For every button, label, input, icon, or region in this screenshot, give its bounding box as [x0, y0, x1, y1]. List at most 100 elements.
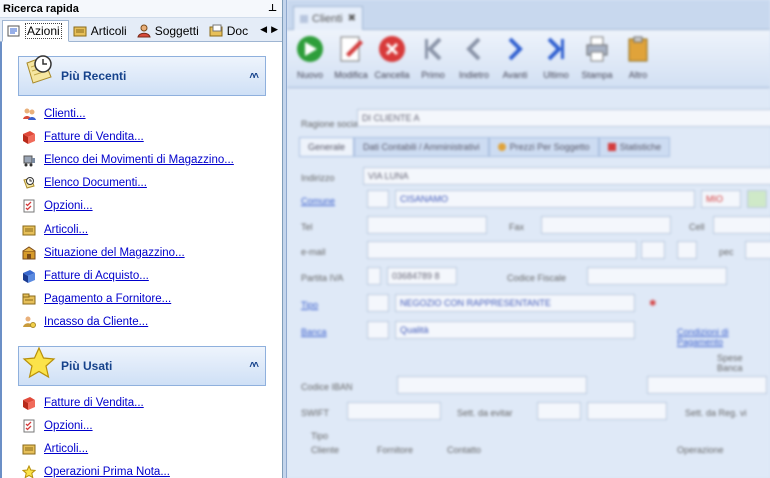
- email-button[interactable]: [641, 241, 665, 259]
- group-used-header[interactable]: Più Usati ˄˄: [18, 345, 266, 386]
- subtab-generale[interactable]: Generale: [299, 137, 355, 157]
- subtab-prezzi[interactable]: Prezzi Per Soggetto: [488, 137, 599, 157]
- list-item: Operazioni Prima Nota...: [22, 461, 266, 478]
- client-document-content: Clienti ✖ Nuovo Modifica Cancella Primo: [287, 0, 770, 478]
- comune-extra-field: MIO: [701, 190, 741, 208]
- cell-label: Cell: [689, 222, 705, 232]
- collapse-chevron-icon[interactable]: ˄˄: [249, 360, 259, 371]
- star-small-icon: [22, 465, 36, 478]
- indirizzo-label: Indirizzo: [301, 173, 335, 183]
- pin-icon[interactable]: ⊥: [268, 3, 277, 14]
- comune-lookup-button[interactable]: [747, 190, 767, 208]
- email-button-2[interactable]: [677, 241, 697, 259]
- sett-label: Sett. da evitar: [457, 408, 513, 418]
- tel-field[interactable]: [367, 216, 487, 234]
- recent-list: Clienti... Fatture di Vendita... Elenco …: [18, 96, 266, 338]
- piva-label: Partita IVA: [301, 273, 344, 283]
- close-tab-icon[interactable]: ✖: [348, 13, 356, 24]
- link-opzioni-used[interactable]: Opzioni...: [44, 420, 93, 432]
- other-button[interactable]: Altro: [619, 30, 657, 86]
- banca-code-field[interactable]: [367, 321, 389, 339]
- email-field[interactable]: [367, 241, 637, 259]
- chk-contatto[interactable]: Contatto: [447, 445, 481, 455]
- condizioni-link[interactable]: Condizioni di Pagamento: [677, 327, 770, 347]
- iban-label: Codice IBAN: [301, 382, 353, 392]
- first-button[interactable]: Primo: [414, 30, 452, 86]
- banca-field[interactable]: Qualità: [395, 321, 635, 339]
- tab-doc[interactable]: Doc: [205, 21, 254, 41]
- clients-icon: [23, 108, 36, 120]
- documents-icon: [209, 24, 223, 37]
- link-operazioni-prima-nota[interactable]: Operazioni Prima Nota...: [44, 466, 170, 478]
- link-fatture-vendita-used[interactable]: Fatture di Vendita...: [44, 397, 144, 409]
- print-button[interactable]: Stampa: [578, 30, 616, 86]
- star-icon: [22, 346, 56, 379]
- new-button[interactable]: Nuovo: [291, 30, 329, 86]
- link-clienti[interactable]: Clienti...: [44, 108, 86, 120]
- delete-button[interactable]: Cancella: [373, 30, 411, 86]
- comune-code-field[interactable]: [367, 190, 389, 208]
- link-opzioni[interactable]: Opzioni...: [44, 200, 93, 212]
- chk-fornitore[interactable]: Fornitore: [377, 445, 413, 455]
- swift-field[interactable]: [347, 402, 441, 420]
- tab-scroll-left-icon[interactable]: ◀: [260, 24, 267, 35]
- list-item: Situazione del Magazzino...: [22, 241, 266, 264]
- sett-field-2[interactable]: [587, 402, 667, 420]
- pec-field[interactable]: [745, 241, 770, 259]
- collapse-chevron-icon[interactable]: ˄˄: [249, 71, 259, 82]
- link-incasso-cliente[interactable]: Incasso da Cliente...: [44, 316, 148, 328]
- articles-icon: [22, 225, 36, 236]
- tab-scroll-right-icon[interactable]: ▶: [271, 24, 278, 35]
- panel-title: Ricerca rapida: [3, 2, 79, 15]
- tab-azioni[interactable]: Azioni: [2, 20, 69, 42]
- iban-extra-field[interactable]: [647, 376, 767, 394]
- piva-country-field[interactable]: [367, 267, 381, 285]
- group-recent-title: Più Recenti: [61, 69, 127, 83]
- piva-field[interactable]: 03684789 8: [387, 267, 457, 285]
- subjects-icon: [137, 24, 151, 38]
- document-tab-icon: [300, 14, 308, 23]
- list-item: Fatture di Vendita...: [22, 392, 266, 415]
- cf-field[interactable]: [587, 267, 727, 285]
- group-recent-header[interactable]: Più Recenti ˄˄: [18, 55, 266, 96]
- link-pagamento-fornitore[interactable]: Pagamento a Fornitore...: [44, 293, 171, 305]
- chk-cliente[interactable]: Cliente: [311, 445, 339, 455]
- comune-label[interactable]: Comune: [301, 196, 335, 206]
- supplier-payment-icon: [22, 293, 36, 305]
- comune-field[interactable]: CISANAMO: [395, 190, 695, 208]
- link-fatture-acquisto[interactable]: Fatture di Acquisto...: [44, 270, 149, 282]
- link-articoli[interactable]: Articoli...: [44, 224, 88, 236]
- tipo-field[interactable]: NEGOZIO CON RAPPRESENTANTE: [395, 294, 635, 312]
- subtab-dati-contabili[interactable]: Dati Contabili / Amministrativi: [354, 137, 489, 157]
- sett2-label: Sett. da Reg. vi: [685, 408, 747, 418]
- link-elenco-documenti[interactable]: Elenco Documenti...: [44, 177, 147, 189]
- fax-label: Fax: [509, 222, 525, 232]
- tipo-label[interactable]: Tipo: [301, 300, 318, 310]
- link-situazione-magazzino[interactable]: Situazione del Magazzino...: [44, 247, 185, 259]
- fax-field[interactable]: [541, 216, 671, 234]
- iban-field[interactable]: [397, 376, 587, 394]
- forward-button[interactable]: Avanti: [496, 30, 534, 86]
- clipboard-icon: [628, 36, 648, 62]
- last-button[interactable]: Ultimo: [537, 30, 575, 86]
- chk-operazione[interactable]: Operazione: [677, 445, 724, 455]
- link-fatture-vendita[interactable]: Fatture di Vendita...: [44, 131, 144, 143]
- cell-field[interactable]: [713, 216, 770, 234]
- link-movimenti-magazzino[interactable]: Elenco dei Movimenti di Magazzino...: [44, 154, 234, 166]
- tab-clienti-document[interactable]: Clienti ✖: [293, 6, 363, 30]
- tab-articoli[interactable]: Articoli: [69, 21, 133, 41]
- link-articoli-used[interactable]: Articoli...: [44, 443, 88, 455]
- edit-button[interactable]: Modifica: [332, 30, 370, 86]
- back-button[interactable]: Indietro: [455, 30, 493, 86]
- list-item: Incasso da Cliente...: [22, 311, 266, 334]
- tab-soggetti[interactable]: Soggetti: [133, 21, 205, 41]
- coin-icon: [497, 143, 506, 151]
- sett-field[interactable]: [537, 402, 581, 420]
- spese-label: Spese Banca: [717, 353, 743, 373]
- new-icon: [297, 36, 323, 62]
- indirizzo-field[interactable]: VIA LUNA: [363, 167, 770, 185]
- banca-label[interactable]: Banca: [301, 327, 327, 337]
- ragione-field[interactable]: DI CLIENTE A: [357, 109, 770, 127]
- tipo-code-field[interactable]: [367, 294, 389, 312]
- subtab-statistiche[interactable]: Statistiche: [598, 137, 671, 157]
